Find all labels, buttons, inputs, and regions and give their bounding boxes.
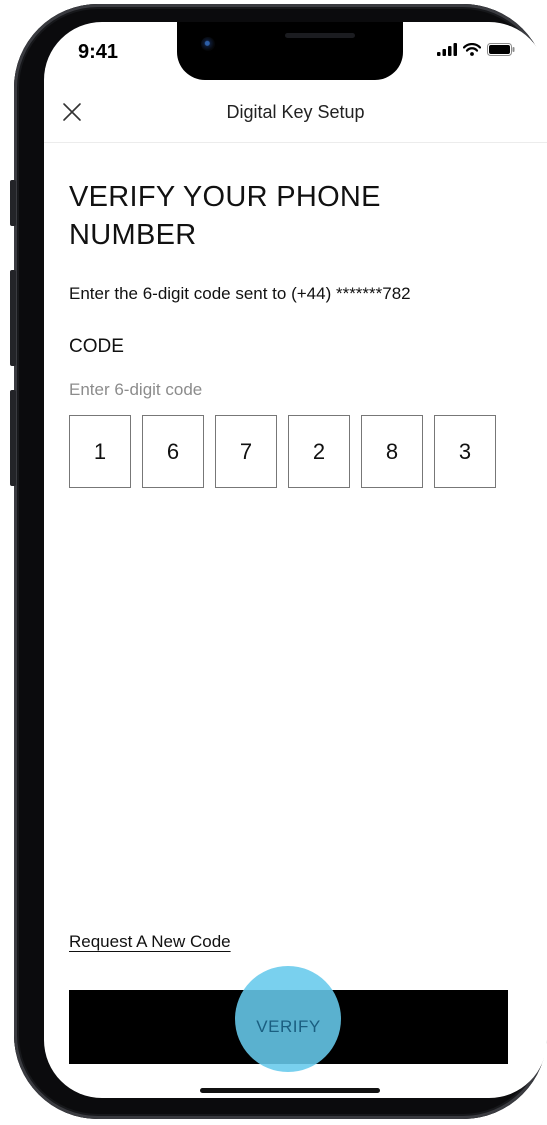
nav-title: Digital Key Setup: [226, 102, 365, 122]
code-label: CODE: [69, 336, 124, 357]
page-title: VERIFY YOUR PHONE NUMBER: [69, 181, 381, 251]
navigation-bar: Digital Key Setup: [44, 88, 547, 143]
code-input-group: 1 6 7 2 8 3: [69, 415, 496, 488]
code-digit-6[interactable]: 3: [434, 415, 496, 488]
notch: [177, 22, 403, 80]
code-digit-1[interactable]: 1: [69, 415, 131, 488]
mute-switch: [10, 180, 16, 226]
code-digit-5[interactable]: 8: [361, 415, 423, 488]
status-icons: [437, 43, 515, 56]
tap-indicator: [235, 966, 341, 1072]
code-digit-4[interactable]: 2: [288, 415, 350, 488]
speaker-grille: [285, 33, 355, 38]
request-new-code-link[interactable]: Request A New Code: [69, 932, 231, 952]
status-time: 9:41: [78, 41, 119, 63]
code-digit-3[interactable]: 7: [215, 415, 277, 488]
volume-up-button: [10, 270, 16, 366]
volume-down-button: [10, 390, 16, 486]
front-camera: [201, 37, 215, 51]
wifi-icon: [463, 43, 481, 56]
phone-screen: 9:41 Digital Key Setup VERIFY YOUR PHONE…: [44, 22, 547, 1098]
battery-icon: [487, 43, 515, 56]
signal-icon: [437, 43, 457, 56]
code-hint: Enter 6-digit code: [69, 380, 203, 399]
home-indicator: [200, 1088, 380, 1093]
instruction-text: Enter the 6-digit code sent to (+44) ***…: [69, 284, 411, 303]
code-digit-2[interactable]: 6: [142, 415, 204, 488]
